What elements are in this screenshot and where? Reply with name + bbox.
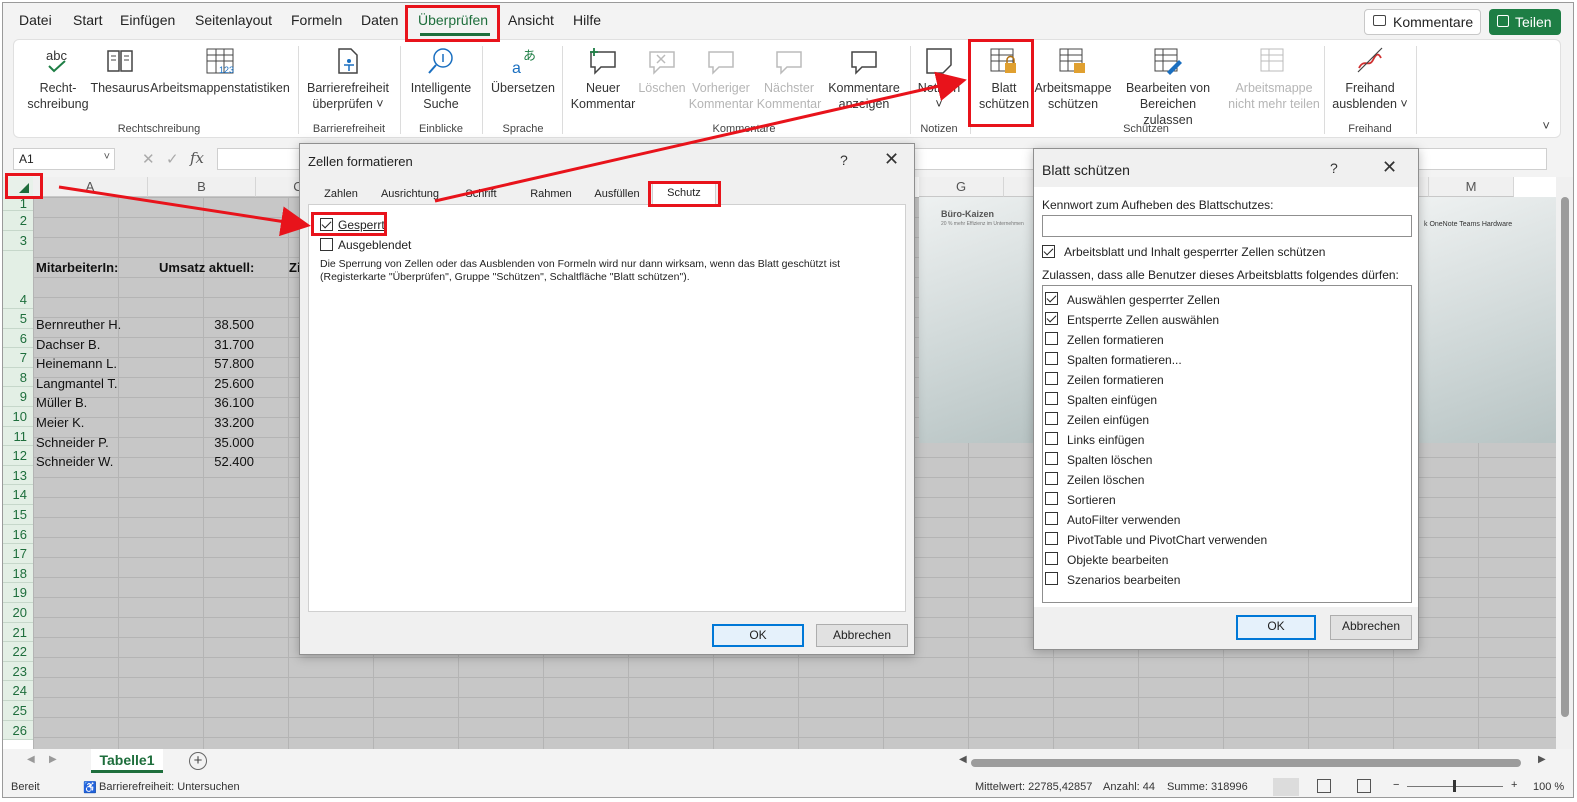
arrow-to-protect [434, 71, 967, 203]
arrow-to-locked [58, 185, 311, 237]
excel-window: Datei Start Einfügen Seitenlayout Formel… [2, 2, 1574, 798]
annotation-arrows [58, 71, 967, 237]
